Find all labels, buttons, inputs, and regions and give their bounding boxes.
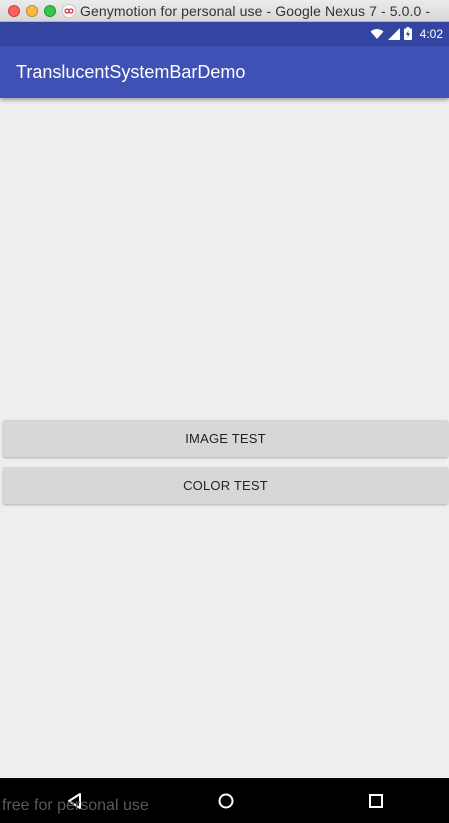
window-titlebar: Genymotion for personal use - Google Nex… [0, 0, 449, 22]
wifi-icon [370, 25, 384, 44]
window-close-button[interactable] [8, 4, 20, 17]
home-icon[interactable] [211, 786, 241, 816]
status-time: 4:02 [419, 27, 443, 41]
status-bar: 4:02 [0, 22, 449, 46]
genymotion-logo-icon [62, 3, 76, 18]
app-toolbar: TranslucentSystemBarDemo [0, 46, 449, 98]
battery-icon [403, 25, 412, 44]
watermark-text: free for personal use [2, 797, 149, 814]
signal-icon [387, 25, 400, 44]
window-title: Genymotion for personal use - Google Nex… [80, 2, 431, 19]
app-title: TranslucentSystemBarDemo [16, 61, 246, 82]
window-zoom-button[interactable] [44, 4, 56, 17]
window-minimize-button[interactable] [26, 4, 38, 17]
color-test-button[interactable]: COLOR TEST [3, 467, 448, 504]
image-test-button[interactable]: IMAGE TEST [3, 420, 448, 457]
recents-icon[interactable] [361, 786, 391, 816]
main-content: IMAGE TEST COLOR TEST [0, 98, 449, 778]
window-controls [8, 4, 56, 17]
